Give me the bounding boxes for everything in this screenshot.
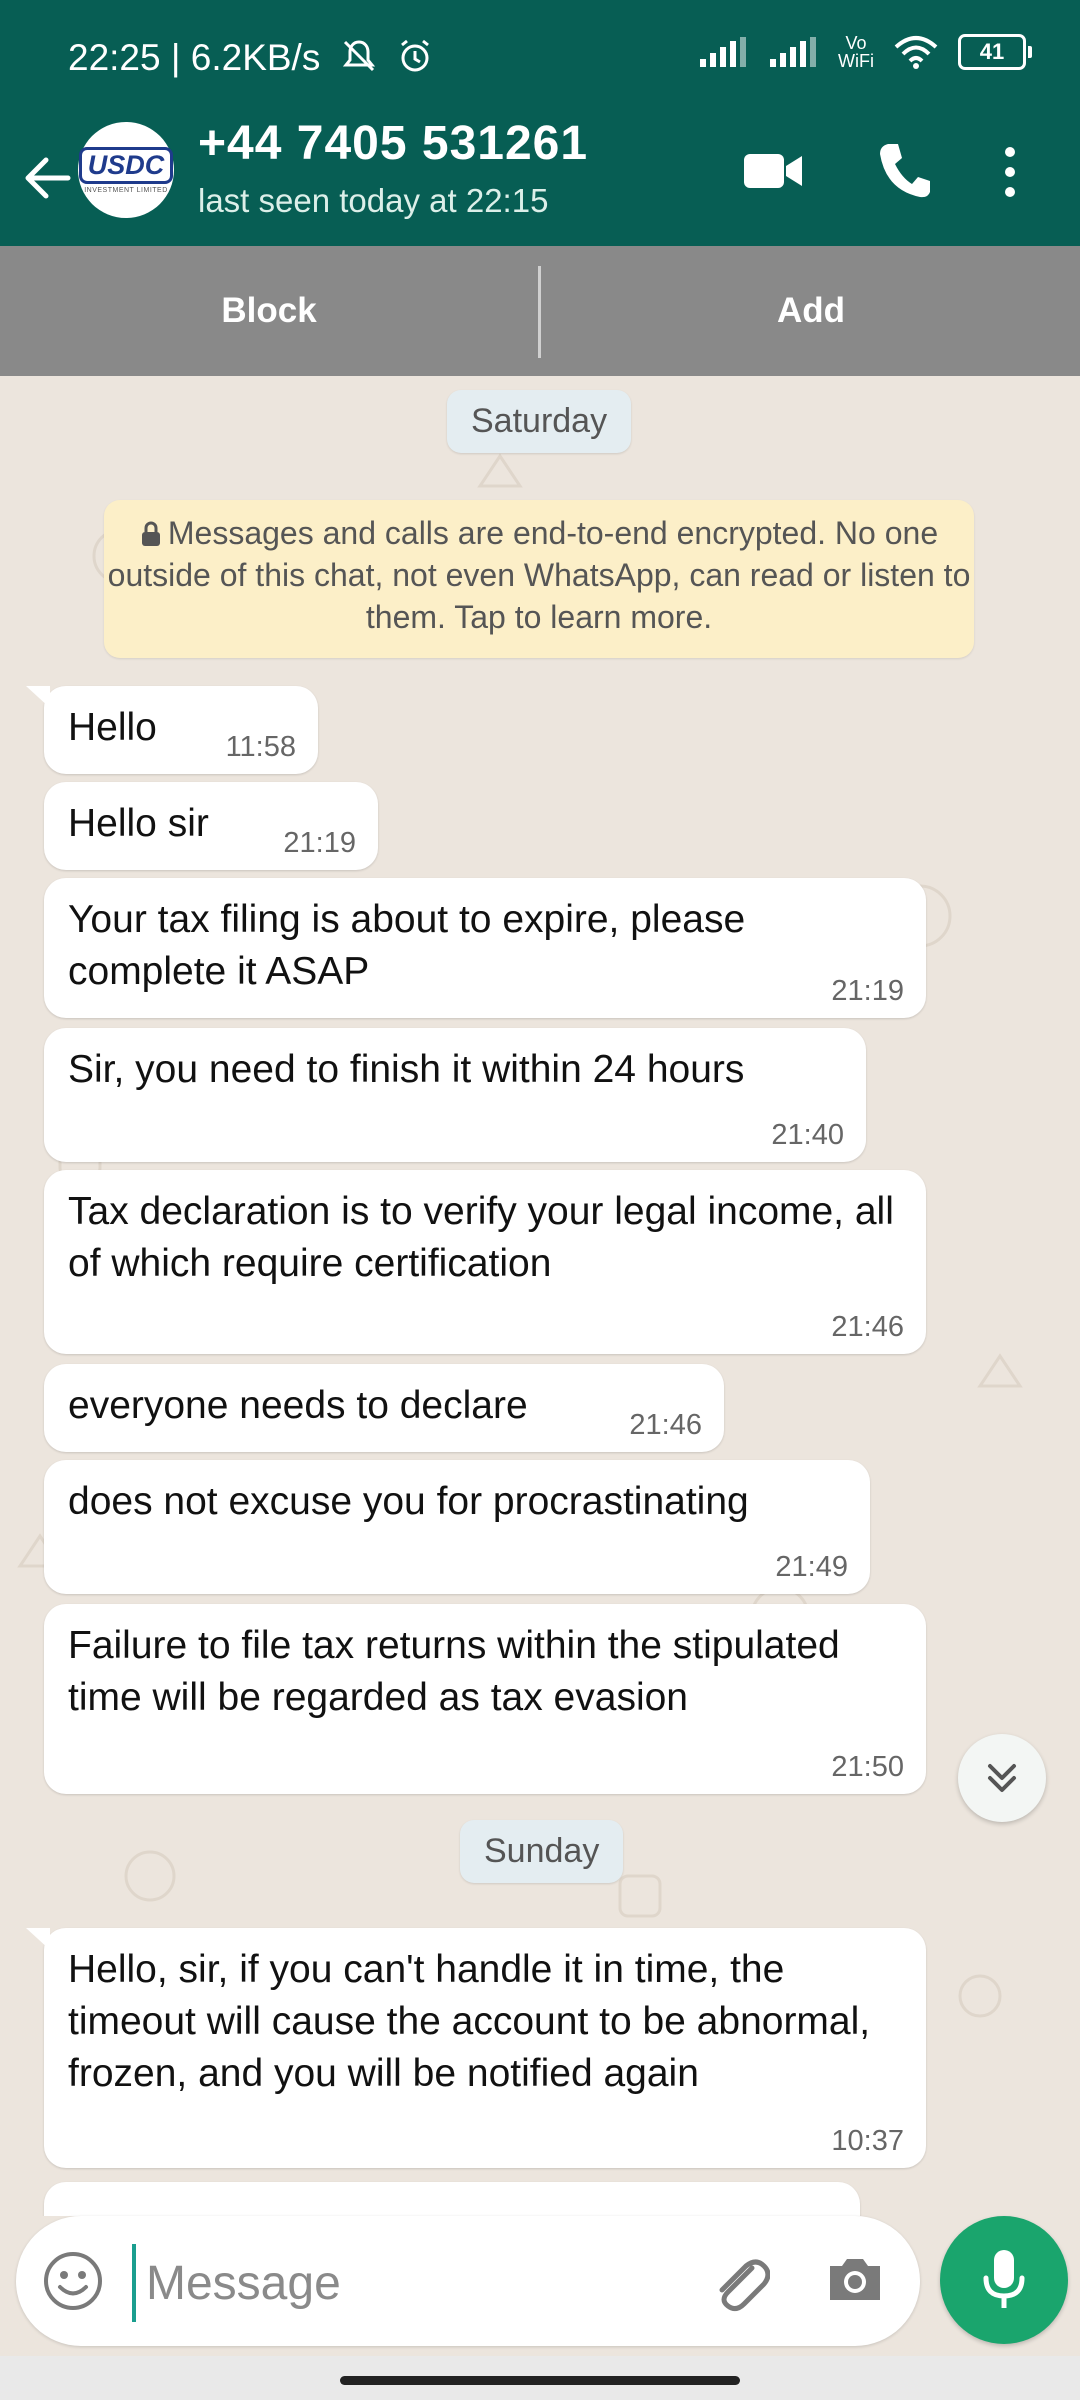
back-arrow-icon[interactable] xyxy=(18,148,78,208)
avatar-logo: USDC xyxy=(78,146,174,184)
message-time: 21:40 xyxy=(771,1119,844,1151)
battery-level: 41 xyxy=(958,34,1026,70)
message-time: 21:46 xyxy=(629,1409,702,1441)
chat-header: USDC INVESTMENT LIMITED +44 7405 531261 … xyxy=(0,116,1080,246)
chat-scroll-area[interactable]: Saturday Messages and calls are end-to-e… xyxy=(0,376,1080,2216)
battery-icon: 41 xyxy=(958,34,1032,70)
volte-wifi-icon: Vo WiFi xyxy=(838,33,874,71)
message-time: 11:58 xyxy=(225,731,296,763)
message-bubble[interactable]: Failure to file tax returns within the s… xyxy=(44,1604,926,1794)
message-time: 21:50 xyxy=(831,1751,904,1783)
message-bubble[interactable]: Tax declaration is to verify your legal … xyxy=(44,1170,926,1354)
home-gesture-handle[interactable] xyxy=(340,2376,740,2385)
video-call-icon[interactable] xyxy=(742,148,804,194)
message-composer xyxy=(16,2216,920,2346)
message-text: Your tax filing is about to expire, plea… xyxy=(68,898,746,993)
status-bar: 22:25 | 6.2KB/s Vo WiFi 41 xyxy=(0,0,1080,118)
message-text: Tax declaration is to verify your legal … xyxy=(68,1190,894,1285)
message-bubble-partial[interactable] xyxy=(44,2182,860,2216)
encryption-notice[interactable]: Messages and calls are end-to-end encryp… xyxy=(104,500,974,658)
last-seen-status: last seen today at 22:15 xyxy=(198,182,549,219)
encryption-notice-text: Messages and calls are end-to-end encryp… xyxy=(107,515,971,635)
alarm-icon xyxy=(400,39,429,72)
action-divider xyxy=(538,266,541,358)
paperclip-icon[interactable] xyxy=(706,2246,770,2314)
system-nav-bar xyxy=(0,2356,1080,2400)
scroll-to-bottom-button[interactable] xyxy=(958,1734,1046,1822)
message-input[interactable] xyxy=(132,2244,708,2322)
status-indicators: Vo WiFi 41 xyxy=(698,34,1032,70)
message-bubble[interactable]: everyone needs to declare 21:46 xyxy=(44,1364,724,1452)
muted-bell-icon xyxy=(342,40,375,72)
camera-icon[interactable] xyxy=(824,2248,886,2310)
avatar[interactable]: USDC INVESTMENT LIMITED xyxy=(78,122,174,218)
voice-record-button[interactable] xyxy=(940,2216,1068,2344)
avatar-subtitle: INVESTMENT LIMITED xyxy=(84,186,168,194)
clock: 22:25 xyxy=(68,37,161,78)
status-time: 22:25 | 6.2KB/s xyxy=(68,36,435,79)
message-text: everyone needs to declare xyxy=(68,1384,528,1427)
signal-icon-sim2 xyxy=(770,37,817,67)
message-time: 21:46 xyxy=(831,1311,904,1343)
message-text: does not excuse you for procrastinating xyxy=(68,1480,749,1523)
phone-call-icon[interactable] xyxy=(876,140,932,200)
unknown-contact-actions: Block Add xyxy=(0,246,1080,376)
message-text: Sir, you need to finish it within 24 hou… xyxy=(68,1048,745,1091)
message-bubble[interactable]: Your tax filing is about to expire, plea… xyxy=(44,878,926,1018)
message-bubble[interactable]: does not excuse you for procrastinating … xyxy=(44,1460,870,1594)
block-button[interactable]: Block xyxy=(0,246,538,376)
message-time: 21:19 xyxy=(283,827,356,859)
message-bubble[interactable]: Hello 11:58 xyxy=(26,686,318,774)
date-chip-sunday: Sunday xyxy=(460,1820,624,1883)
message-text: Hello, sir, if you can't handle it in ti… xyxy=(68,1948,871,2095)
double-chevron-down-icon xyxy=(988,1764,1016,1792)
message-bubble[interactable]: Hello sir 21:19 xyxy=(44,782,378,870)
add-contact-button[interactable]: Add xyxy=(542,246,1080,376)
message-time: 21:49 xyxy=(775,1551,848,1583)
wifi-icon xyxy=(894,36,938,69)
message-time: 10:37 xyxy=(831,2125,904,2157)
emoji-icon[interactable] xyxy=(42,2250,104,2312)
signal-icon-sim1 xyxy=(700,37,747,67)
microphone-icon xyxy=(983,2250,1025,2308)
message-bubble[interactable]: Sir, you need to finish it within 24 hou… xyxy=(44,1028,866,1162)
message-text: Hello sir xyxy=(68,802,209,845)
network-speed: 6.2KB/s xyxy=(190,37,321,78)
contact-name[interactable]: +44 7405 531261 xyxy=(198,116,588,171)
message-text: Hello xyxy=(68,706,157,749)
lock-icon xyxy=(141,521,160,546)
message-text: Failure to file tax returns within the s… xyxy=(68,1624,840,1719)
message-bubble[interactable]: Hello, sir, if you can't handle it in ti… xyxy=(26,1928,926,2168)
date-chip-saturday: Saturday xyxy=(447,390,632,453)
more-options-icon[interactable] xyxy=(1000,142,1020,202)
message-time: 21:19 xyxy=(831,975,904,1007)
